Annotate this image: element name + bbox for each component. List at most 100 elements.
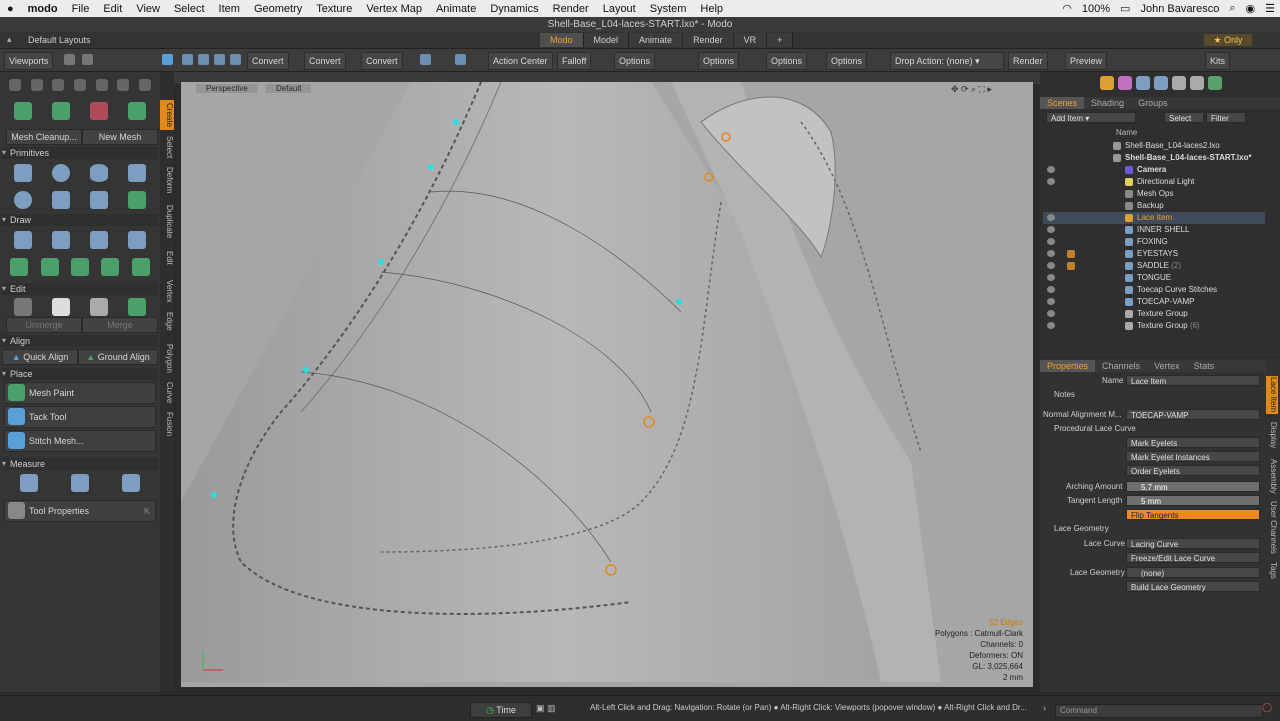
bezier-icon[interactable] <box>40 258 59 276</box>
scene-item-start[interactable]: Shell-Base_L04-laces-START.lxo* <box>1043 152 1265 164</box>
menu-file[interactable]: File <box>65 3 97 15</box>
name-input[interactable]: Lace Item <box>1126 375 1260 386</box>
add-item-dropdown[interactable]: Add Item ▾ <box>1046 112 1136 123</box>
scene-item-toecap-stitches[interactable]: Toecap Curve Stitches <box>1043 284 1265 296</box>
lace-curve-select[interactable]: Lacing Curve <box>1126 538 1260 549</box>
menu-item[interactable]: Item <box>212 3 247 15</box>
cylinder-icon[interactable] <box>52 191 70 209</box>
battery-status[interactable]: 100% <box>1077 3 1115 15</box>
sphere-icon[interactable] <box>52 164 70 182</box>
visibility-eye-icon[interactable] <box>1047 310 1055 317</box>
scene-item-saddle[interactable]: SADDLE (2) <box>1043 260 1265 272</box>
procedural-lace-curve-section[interactable]: Procedural Lace Curve <box>1054 423 1136 435</box>
create-axis-icon[interactable] <box>14 102 32 120</box>
material-icon[interactable] <box>1118 76 1132 90</box>
order-eyelets-button[interactable]: Order Eyelets <box>1126 465 1260 476</box>
command-arrow-icon[interactable]: › <box>1043 703 1046 713</box>
rtab-display[interactable]: Display <box>1266 420 1278 450</box>
ruler-icon[interactable] <box>20 474 39 492</box>
create-tool-icon[interactable] <box>128 102 146 120</box>
layout-arrow-icon[interactable]: ▴ <box>7 34 12 45</box>
visibility-eye-icon[interactable] <box>1047 238 1055 245</box>
menu-select[interactable]: Select <box>167 3 212 15</box>
visibility-eye-icon[interactable] <box>1047 166 1055 173</box>
menu-help[interactable]: Help <box>693 3 730 15</box>
tab-duplicate[interactable]: Duplicate <box>160 200 174 244</box>
scale-icon[interactable] <box>73 79 86 91</box>
convert-button-3[interactable]: Convert <box>361 52 403 70</box>
app-menu[interactable]: modo <box>21 3 65 15</box>
preview-button[interactable]: Preview <box>1065 52 1108 70</box>
cone-icon[interactable] <box>128 164 146 182</box>
visibility-eye-icon[interactable] <box>1047 322 1055 329</box>
scene-item-toecap-vamp[interactable]: TOECAP-VAMP <box>1043 296 1265 308</box>
falloff-button[interactable]: Falloff <box>557 52 592 70</box>
scene-item-eyestays[interactable]: EYESTAYS <box>1043 248 1265 260</box>
convert-button-1[interactable]: Convert <box>247 52 289 70</box>
tab-select[interactable]: Select <box>160 134 174 160</box>
settings-icon[interactable] <box>8 79 21 91</box>
merge-button[interactable]: Merge <box>82 317 158 333</box>
tab-curve[interactable]: Curve <box>160 380 174 406</box>
tab-edit[interactable]: Edit <box>160 248 174 268</box>
move-icon[interactable] <box>30 79 43 91</box>
siri-icon[interactable]: ◉ <box>1241 2 1261 15</box>
add-tab-icon[interactable]: + <box>767 33 794 47</box>
user-name[interactable]: John Bavaresco <box>1135 3 1224 15</box>
copy-icon[interactable] <box>52 298 70 316</box>
measure-box-icon[interactable] <box>121 474 140 492</box>
scene-item-laces2[interactable]: Shell-Base_L04-laces2.lxo <box>1043 140 1265 152</box>
tube-icon[interactable] <box>90 191 108 209</box>
tab-channels[interactable]: Channels <box>1095 360 1147 372</box>
visibility-eye-icon[interactable] <box>1047 214 1055 221</box>
rotate-icon[interactable] <box>52 79 65 91</box>
command-input[interactable]: Command <box>1055 704 1263 718</box>
locator-icon[interactable] <box>1190 76 1204 90</box>
create-pivot-icon[interactable] <box>52 102 70 120</box>
tab-vertex[interactable]: Vertex <box>160 276 174 306</box>
menu-geometry[interactable]: Geometry <box>247 3 309 15</box>
menu-edit[interactable]: Edit <box>96 3 129 15</box>
view-type-dropdown[interactable]: Perspective <box>196 84 258 93</box>
tack-tool-button[interactable]: Tack Tool <box>4 406 156 428</box>
cube-icon[interactable] <box>14 164 32 182</box>
menu-dynamics[interactable]: Dynamics <box>483 3 545 15</box>
apple-icon[interactable]: ● <box>0 3 21 15</box>
ground-align-button[interactable]: ▲ Ground Align <box>78 349 158 365</box>
pen-icon[interactable] <box>14 231 32 249</box>
group-icon[interactable] <box>1154 76 1168 90</box>
battery-icon[interactable]: ▭ <box>1115 2 1135 15</box>
polygon-pen-icon[interactable] <box>90 231 108 249</box>
scene-item-light[interactable]: Directional Light <box>1043 176 1265 188</box>
rtab-tags[interactable]: Tags <box>1266 560 1278 580</box>
name-column-header[interactable]: Name <box>1116 128 1137 137</box>
snap-icon[interactable] <box>455 54 466 65</box>
rtab-lace-item[interactable]: Lace Item <box>1266 376 1278 414</box>
viewport-nav-icons[interactable]: ✥ ⟳ ⌕ ⛶ ▸ <box>951 84 992 95</box>
search-icon[interactable]: ⌕ <box>1224 2 1240 15</box>
select-vertex-icon[interactable] <box>162 54 173 65</box>
tab-render[interactable]: Render <box>683 33 734 47</box>
grid-icon[interactable] <box>82 54 93 65</box>
rtab-user-channels[interactable]: User Channels <box>1266 500 1278 554</box>
select-button[interactable]: Select <box>1164 112 1204 123</box>
tab-fusion[interactable]: Fusion <box>160 410 174 438</box>
transform-icon[interactable] <box>95 79 108 91</box>
protractor-icon[interactable] <box>70 474 89 492</box>
new-mesh-button[interactable]: New Mesh <box>82 129 158 145</box>
convert-button-2[interactable]: Convert <box>304 52 346 70</box>
menu-vertex-map[interactable]: Vertex Map <box>359 3 429 15</box>
edit-section[interactable]: Edit <box>2 283 158 295</box>
lace-geometry-section[interactable]: Lace Geometry <box>1054 523 1109 535</box>
measure-section[interactable]: Measure <box>2 458 158 470</box>
capsule-icon[interactable] <box>90 164 108 182</box>
lace-geometry-select[interactable]: (none) <box>1126 567 1260 578</box>
draw-section[interactable]: Draw <box>2 214 158 226</box>
notes-section[interactable]: Notes <box>1054 389 1075 401</box>
kits-button[interactable]: Kits <box>1205 52 1231 70</box>
create-sphere-icon[interactable] <box>90 102 108 120</box>
mesh-icon[interactable] <box>1136 76 1150 90</box>
normal-alignment-select[interactable]: TOECAP-VAMP <box>1126 409 1260 420</box>
flip-tangents-button[interactable]: Flip Tangents <box>1126 509 1260 520</box>
tangent-length-input[interactable]: 5 mm <box>1126 495 1260 506</box>
